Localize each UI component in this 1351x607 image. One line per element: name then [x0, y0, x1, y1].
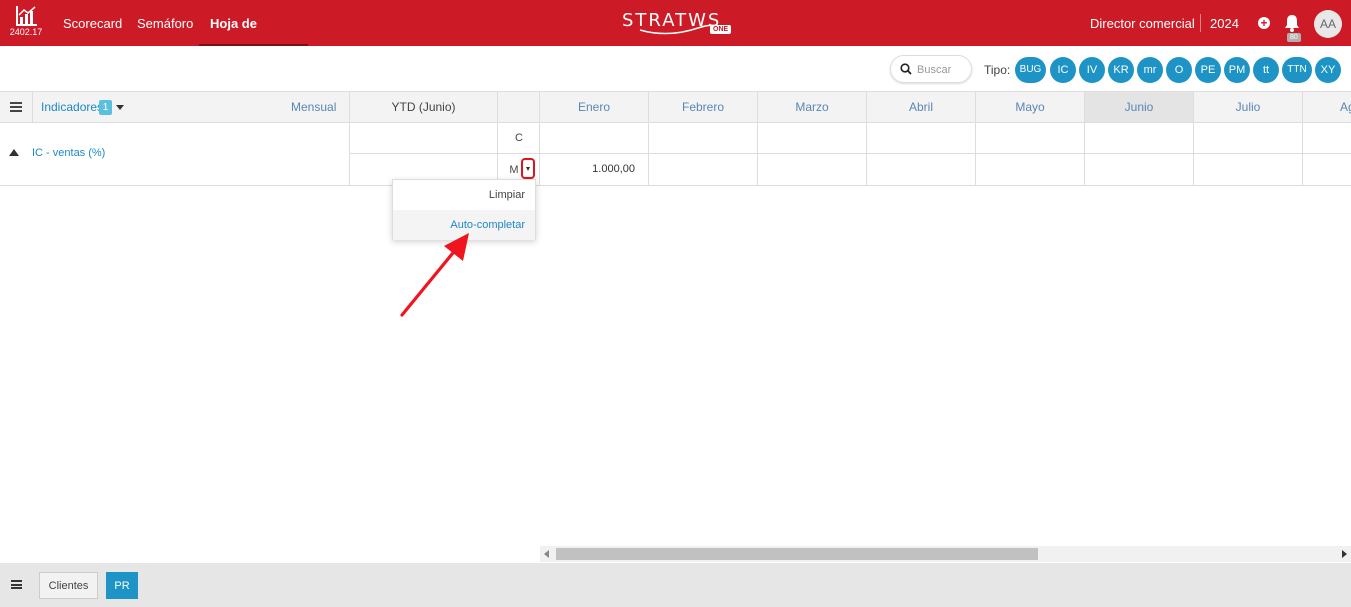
search-box[interactable] — [890, 55, 972, 83]
brand-suffix: ONE — [710, 25, 732, 34]
period-selector[interactable]: Mensual — [291, 92, 336, 122]
app-version: 2402.17 — [9, 27, 43, 37]
row-type-c: C — [515, 132, 523, 144]
search-icon — [900, 63, 912, 75]
col-month-agosto[interactable]: Ag — [1303, 92, 1351, 122]
footer-hamburger-icon[interactable] — [11, 580, 22, 589]
collapse-triangle-icon[interactable] — [9, 149, 19, 156]
row-divider — [0, 185, 1351, 186]
chart-logo-icon — [16, 6, 37, 26]
grid-header: Indicadores 1 Mensual YTD (Junio) Enero … — [0, 91, 1351, 123]
footer-tab-pr[interactable]: PR — [106, 572, 138, 599]
col-line — [866, 123, 867, 185]
row-divider — [350, 153, 1351, 154]
search-input[interactable] — [917, 62, 967, 78]
col-line — [648, 123, 649, 185]
brand-swoosh-icon — [639, 24, 717, 35]
nav-semaforo[interactable]: Semáforo — [137, 0, 193, 46]
bell-icon[interactable] — [1284, 14, 1300, 32]
year-selector[interactable]: 2024 — [1210, 0, 1239, 48]
footer-bar: Clientes PR — [0, 563, 1351, 607]
row-options-button[interactable] — [521, 158, 535, 179]
col-ytd: YTD (Junio) — [350, 92, 498, 122]
nav-scorecard[interactable]: Scorecard — [63, 0, 122, 46]
col-month-julio[interactable]: Julio — [1194, 92, 1303, 122]
top-bar: 2402.17 Scorecard Semáforo Hoja de cálcu… — [0, 0, 1351, 79]
tipo-chip-bug[interactable]: BUG — [1015, 57, 1046, 83]
col-month-marzo[interactable]: Marzo — [758, 92, 867, 122]
tipo-chip-ic[interactable]: IC — [1050, 57, 1076, 83]
col-month-junio[interactable]: Junio — [1085, 92, 1194, 122]
app-logo[interactable]: 2402.17 — [8, 6, 44, 42]
scroll-thumb[interactable] — [556, 548, 1038, 560]
nav-hoja-de-calculo[interactable]: Hoja de cálculo — [199, 0, 308, 79]
col-line — [349, 123, 350, 185]
col-month-febrero[interactable]: Febrero — [649, 92, 758, 122]
scroll-right-icon[interactable] — [1342, 550, 1347, 558]
notification-count-badge: 80 — [1287, 33, 1301, 42]
footer-tab-clientes[interactable]: Clientes — [39, 572, 98, 599]
indicators-count-badge: 1 — [99, 100, 112, 115]
tipo-chip-pe[interactable]: PE — [1195, 57, 1221, 83]
tipo-label: Tipo: — [984, 63, 1011, 77]
menu-item-limpiar[interactable]: Limpiar — [393, 180, 535, 210]
col-month-enero[interactable]: Enero — [540, 92, 649, 122]
tipo-chip-tt[interactable]: tt — [1253, 57, 1279, 83]
avatar[interactable]: AA — [1314, 10, 1342, 38]
col-line — [1084, 123, 1085, 185]
brand-logo: STRATWS ONE — [620, 8, 740, 38]
col-month-mayo[interactable]: Mayo — [976, 92, 1085, 122]
tipo-chip-ttn[interactable]: TTN — [1282, 57, 1312, 83]
tipo-chip-o[interactable]: O — [1166, 57, 1192, 83]
kpi-name[interactable]: IC - ventas (%) — [32, 147, 105, 159]
col-line — [757, 123, 758, 185]
chevron-down-icon[interactable] — [116, 105, 124, 110]
col-type — [498, 92, 540, 122]
col-month-abril[interactable]: Abril — [867, 92, 976, 122]
col-line — [975, 123, 976, 185]
annotation-arrow-icon — [400, 233, 469, 317]
grid-menu-cell[interactable] — [0, 92, 33, 122]
indicators-label[interactable]: Indicadores — [41, 92, 103, 122]
tipo-chip-pm[interactable]: PM — [1224, 57, 1250, 83]
tipo-chip-kr[interactable]: KR — [1108, 57, 1134, 83]
hamburger-icon[interactable] — [10, 102, 22, 112]
cell-enero-m[interactable]: 1.000,00 — [540, 163, 635, 175]
header-divider — [1200, 14, 1201, 32]
user-role[interactable]: Director comercial — [1090, 0, 1195, 48]
col-line — [1193, 123, 1194, 185]
scroll-left-icon[interactable] — [544, 550, 549, 558]
tipo-chip-mr[interactable]: mr — [1137, 57, 1163, 83]
col-line — [1302, 123, 1303, 185]
chevron-down-icon — [526, 167, 530, 171]
horizontal-scrollbar[interactable] — [540, 546, 1351, 562]
add-circle-icon[interactable]: + — [1258, 17, 1270, 29]
tipo-chip-iv[interactable]: IV — [1079, 57, 1105, 83]
tipo-chip-xy[interactable]: XY — [1315, 57, 1341, 83]
